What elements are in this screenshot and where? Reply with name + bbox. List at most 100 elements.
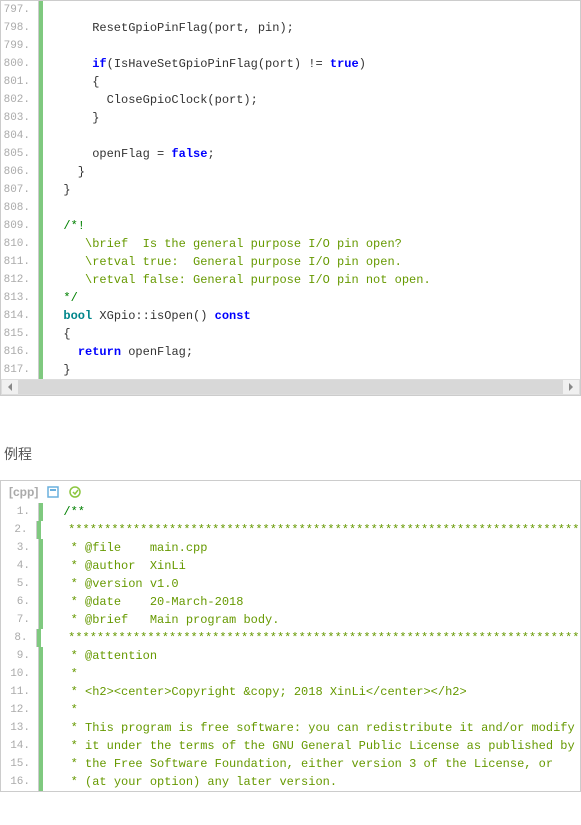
code-content[interactable]: }	[43, 361, 71, 379]
code-line[interactable]: 11. * <h2><center>Copyright &copy; 2018 …	[1, 683, 580, 701]
code-content[interactable]: * This program is free software: you can…	[43, 719, 575, 737]
code-content[interactable]: bool XGpio::isOpen() const	[43, 307, 251, 325]
code-content[interactable]: ResetGpioPinFlag(port, pin);	[43, 19, 294, 37]
code-content[interactable]: {	[43, 325, 71, 343]
code-content[interactable]: \brief Is the general purpose I/O pin op…	[43, 235, 402, 253]
code-line[interactable]: 809. /*!	[1, 217, 580, 235]
code-content[interactable]: * @file main.cpp	[43, 539, 207, 557]
line-number: 803.	[1, 109, 39, 127]
code-content[interactable]: *	[43, 665, 78, 683]
code-line[interactable]: 797.	[1, 1, 580, 19]
line-number: 814.	[1, 307, 39, 325]
code-content[interactable]: \retval false: General purpose I/O pin n…	[43, 271, 431, 289]
line-number: 798.	[1, 19, 39, 37]
code-line[interactable]: 799.	[1, 37, 580, 55]
code-line[interactable]: 2. *************************************…	[1, 521, 580, 539]
code-line[interactable]: 10. *	[1, 665, 580, 683]
line-number: 4.	[1, 557, 39, 575]
code-content[interactable]: *	[43, 701, 78, 719]
code-line[interactable]: 9. * @attention	[1, 647, 580, 665]
view-plain-icon[interactable]	[46, 485, 60, 499]
code-block-2: [cpp] 1. /**2. *************************…	[0, 480, 581, 792]
code-content[interactable]: * the Free Software Foundation, either v…	[43, 755, 553, 773]
code-content[interactable]	[43, 1, 49, 19]
code-line[interactable]: 813. */	[1, 289, 580, 307]
code-content[interactable]: CloseGpioClock(port);	[43, 91, 258, 109]
code-content[interactable]: * @attention	[43, 647, 157, 665]
code-content[interactable]: /**	[43, 503, 85, 521]
code-content[interactable]: /*!	[43, 217, 85, 235]
code-line[interactable]: 811. \retval true: General purpose I/O p…	[1, 253, 580, 271]
scroll-right-button[interactable]	[563, 380, 579, 394]
code-content[interactable]: * @author XinLi	[43, 557, 186, 575]
line-number: 15.	[1, 755, 39, 773]
code-line[interactable]: 812. \retval false: General purpose I/O …	[1, 271, 580, 289]
code-line[interactable]: 6. * @date 20-March-2018	[1, 593, 580, 611]
code-line[interactable]: 816. return openFlag;	[1, 343, 580, 361]
code-line[interactable]: 8. *************************************…	[1, 629, 580, 647]
horizontal-scrollbar[interactable]	[1, 379, 580, 395]
code-content[interactable]: }	[43, 163, 85, 181]
code-line[interactable]: 806. }	[1, 163, 580, 181]
code-block-1: 797.798. ResetGpioPinFlag(port, pin);799…	[0, 0, 581, 396]
code-line[interactable]: 12. *	[1, 701, 580, 719]
code-content[interactable]	[43, 199, 49, 217]
code-line[interactable]: 814. bool XGpio::isOpen() const	[1, 307, 580, 325]
line-number: 1.	[1, 503, 39, 521]
code-line[interactable]: 16. * (at your option) any later version…	[1, 773, 580, 791]
code-content[interactable]	[43, 37, 49, 55]
code-content[interactable]: * @date 20-March-2018	[43, 593, 243, 611]
code-line[interactable]: 4. * @author XinLi	[1, 557, 580, 575]
code-content[interactable]: {	[43, 73, 99, 91]
language-label: [cpp]	[9, 485, 38, 499]
code-content[interactable]: if(IsHaveSetGpioPinFlag(port) != true)	[43, 55, 366, 73]
code-line[interactable]: 801. {	[1, 73, 580, 91]
copy-icon[interactable]	[68, 485, 82, 499]
code-content[interactable]: openFlag = false;	[43, 145, 215, 163]
code-line[interactable]: 5. * @version v1.0	[1, 575, 580, 593]
code-content[interactable]: * @version v1.0	[43, 575, 179, 593]
code-content[interactable]: }	[43, 109, 99, 127]
code-content[interactable]: */	[43, 289, 78, 307]
code-line[interactable]: 15. * the Free Software Foundation, eith…	[1, 755, 580, 773]
line-number: 815.	[1, 325, 39, 343]
code-line[interactable]: 810. \brief Is the general purpose I/O p…	[1, 235, 580, 253]
code-lines-container-1[interactable]: 797.798. ResetGpioPinFlag(port, pin);799…	[1, 1, 580, 379]
line-number: 3.	[1, 539, 39, 557]
code-content[interactable]	[43, 127, 49, 145]
code-content[interactable]: * (at your option) any later version.	[43, 773, 337, 791]
code-content[interactable]: * @brief Main program body.	[43, 611, 279, 629]
line-number: 804.	[1, 127, 39, 145]
section-label: 例程	[0, 436, 581, 480]
line-number: 2.	[1, 521, 37, 539]
code-line[interactable]: 815. {	[1, 325, 580, 343]
code-line[interactable]: 1. /**	[1, 503, 580, 521]
code-content[interactable]: * it under the terms of the GNU General …	[43, 737, 575, 755]
code-line[interactable]: 817. }	[1, 361, 580, 379]
code-block-header: [cpp]	[1, 481, 580, 503]
code-lines-container-2[interactable]: 1. /**2. *******************************…	[1, 503, 580, 791]
code-line[interactable]: 804.	[1, 127, 580, 145]
code-line[interactable]: 803. }	[1, 109, 580, 127]
code-line[interactable]: 807. }	[1, 181, 580, 199]
code-line[interactable]: 3. * @file main.cpp	[1, 539, 580, 557]
code-line[interactable]: 13. * This program is free software: you…	[1, 719, 580, 737]
code-line[interactable]: 805. openFlag = false;	[1, 145, 580, 163]
code-content[interactable]: ****************************************…	[41, 521, 580, 539]
code-content[interactable]: \retval true: General purpose I/O pin op…	[43, 253, 402, 271]
code-line[interactable]: 800. if(IsHaveSetGpioPinFlag(port) != tr…	[1, 55, 580, 73]
line-number: 11.	[1, 683, 39, 701]
code-content[interactable]: ****************************************…	[41, 629, 580, 647]
scroll-left-button[interactable]	[2, 380, 18, 394]
code-line[interactable]: 14. * it under the terms of the GNU Gene…	[1, 737, 580, 755]
code-line[interactable]: 808.	[1, 199, 580, 217]
code-line[interactable]: 798. ResetGpioPinFlag(port, pin);	[1, 19, 580, 37]
code-content[interactable]: }	[43, 181, 71, 199]
code-line[interactable]: 802. CloseGpioClock(port);	[1, 91, 580, 109]
line-number: 817.	[1, 361, 39, 379]
code-content[interactable]: return openFlag;	[43, 343, 193, 361]
line-number: 799.	[1, 37, 39, 55]
code-content[interactable]: * <h2><center>Copyright &copy; 2018 XinL…	[43, 683, 467, 701]
code-line[interactable]: 7. * @brief Main program body.	[1, 611, 580, 629]
scrollbar-track[interactable]	[18, 380, 563, 394]
